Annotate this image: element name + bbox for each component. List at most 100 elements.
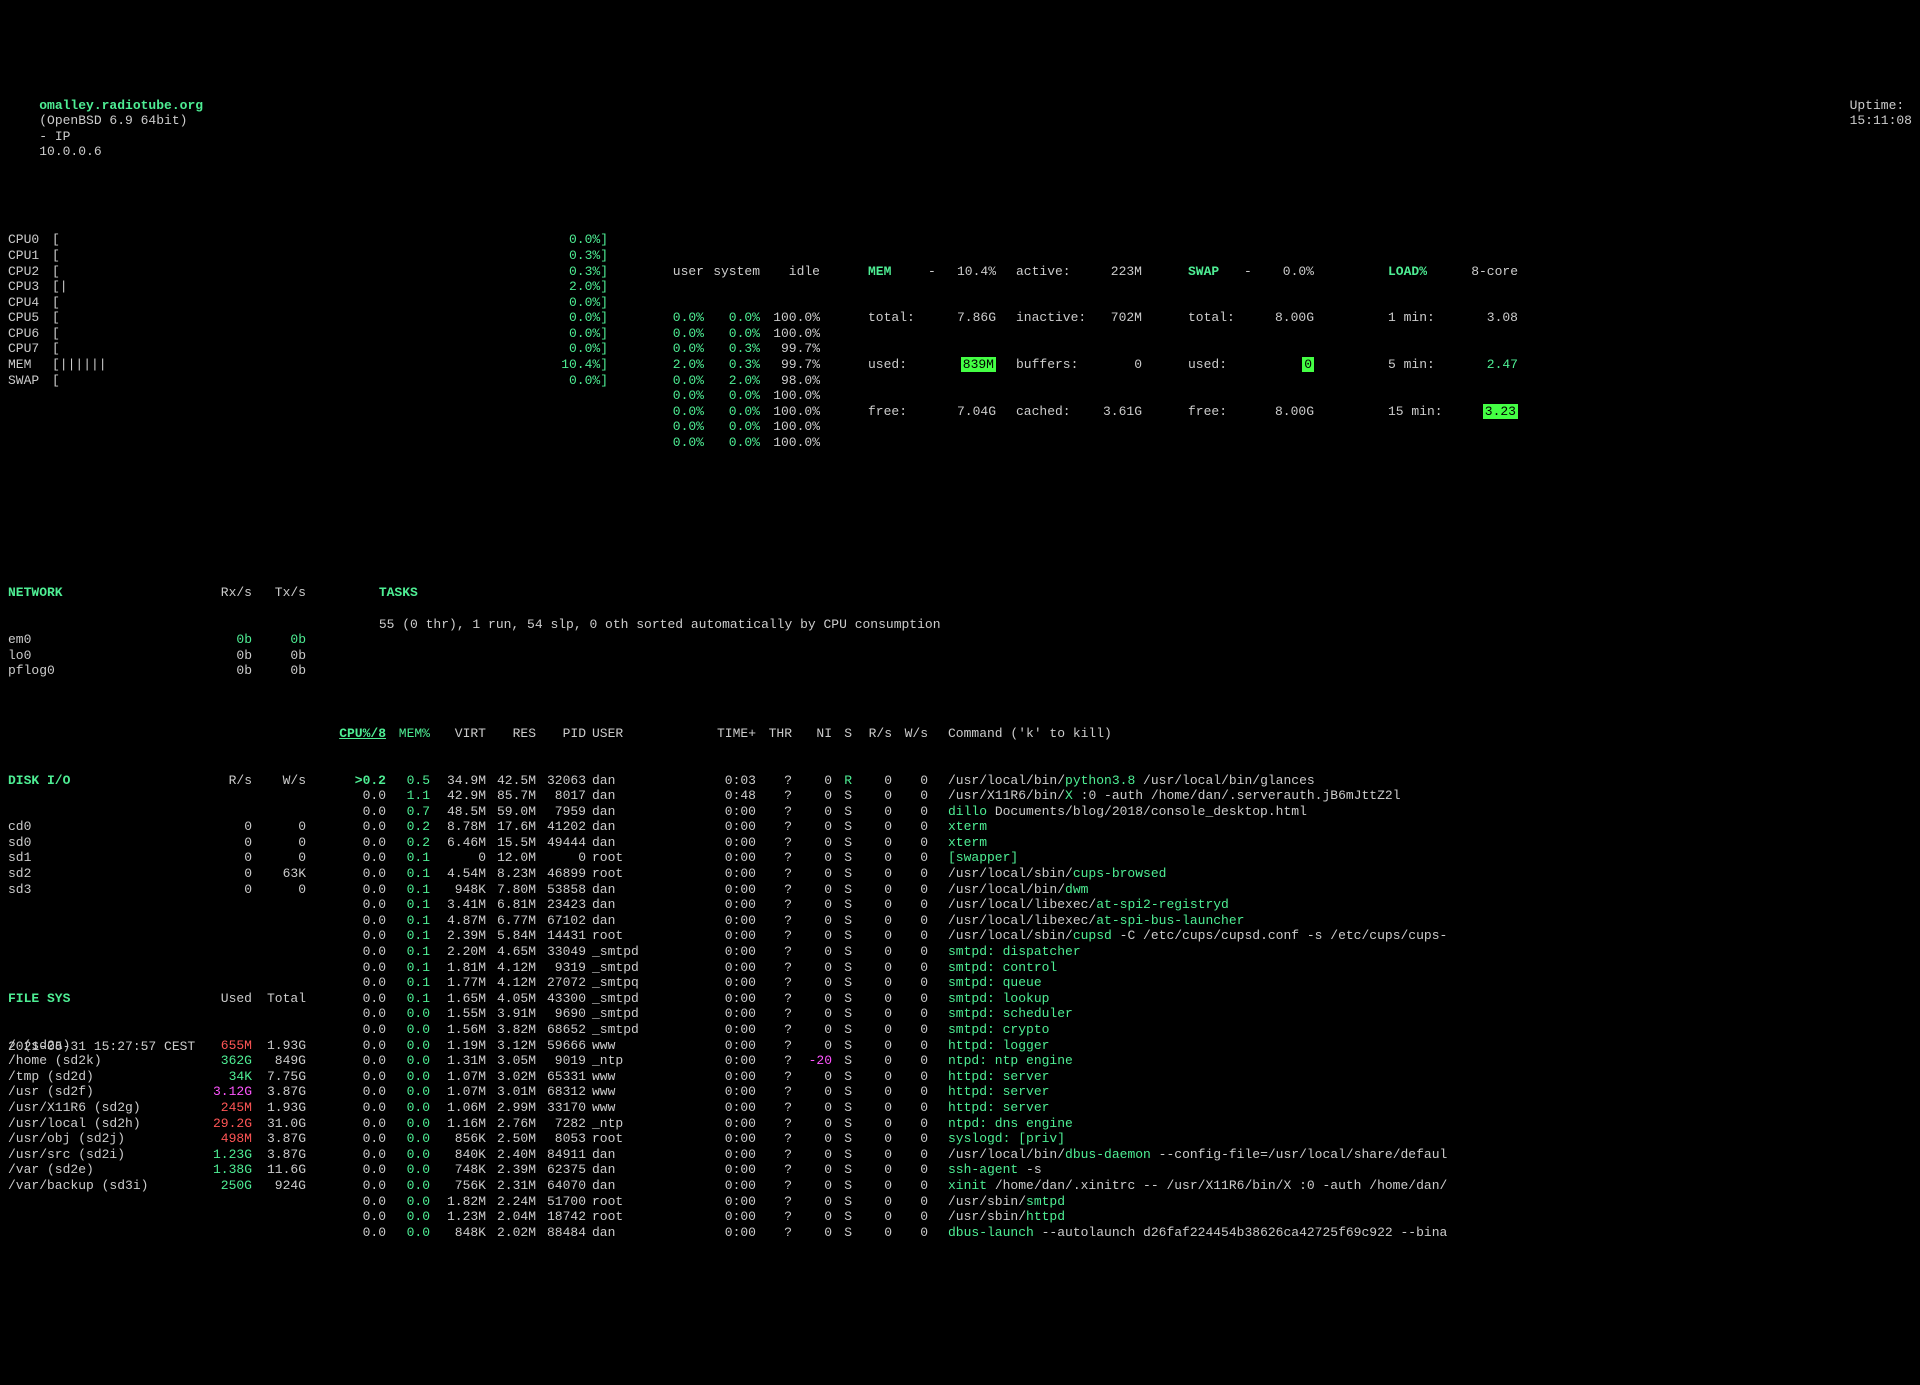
process-row[interactable]: 0.00.01.56M3.82M68652_smtpd0:00?0S00smtp… bbox=[332, 1022, 1912, 1038]
top-stats-grid: CPU0[0.0%]CPU1[0.3%]CPU2[0.3%]CPU3[|2.0%… bbox=[8, 232, 1912, 482]
ip-value: 10.0.0.6 bbox=[39, 144, 101, 159]
process-row[interactable]: 0.00.13.41M6.81M23423dan0:00?0S00/usr/lo… bbox=[332, 897, 1912, 913]
filesys-row: /tmp (sd2d)34K7.75G bbox=[8, 1069, 318, 1085]
process-row[interactable]: 0.00.0840K2.40M84911dan0:00?0S00/usr/loc… bbox=[332, 1147, 1912, 1163]
load-1min-value: 3.08 bbox=[1458, 310, 1518, 326]
process-row[interactable]: 0.00.28.78M17.6M41202dan0:00?0S00xterm bbox=[332, 819, 1912, 835]
proc-time-head[interactable]: TIME+ bbox=[646, 726, 756, 742]
process-row[interactable]: 0.00.1948K7.80M53858dan0:00?0S00/usr/loc… bbox=[332, 882, 1912, 898]
mem-used-value: 839M bbox=[961, 357, 996, 372]
proc-res-head[interactable]: RES bbox=[486, 726, 536, 742]
filesys-row: /usr (sd2f)3.12G3.87G bbox=[8, 1084, 318, 1100]
usi-row: 0.0%0.0%100.0% bbox=[648, 419, 828, 435]
process-row[interactable]: 0.00.01.55M3.91M9690_smtpd0:00?0S00smtpd… bbox=[332, 1006, 1912, 1022]
proc-mem-head[interactable]: MEM% bbox=[386, 726, 430, 742]
process-row[interactable]: 0.00.01.16M2.76M7282_ntp0:00?0S00ntpd: d… bbox=[332, 1116, 1912, 1132]
process-row[interactable]: 0.00.01.19M3.12M59666www0:00?0S00httpd: … bbox=[332, 1038, 1912, 1054]
process-row[interactable]: 0.00.12.20M4.65M33049_smtpd0:00?0S00smtp… bbox=[332, 944, 1912, 960]
process-row[interactable]: 0.00.11.65M4.05M43300_smtpd0:00?0S00smtp… bbox=[332, 991, 1912, 1007]
usi-row: 2.0%0.3%99.7% bbox=[648, 357, 828, 373]
process-row[interactable]: 0.01.142.9M85.7M8017dan0:48?0S00/usr/X11… bbox=[332, 788, 1912, 804]
filesys-row: /usr/X11R6 (sd2g)245M1.93G bbox=[8, 1100, 318, 1116]
process-row[interactable]: 0.00.26.46M15.5M49444dan0:00?0S00xterm bbox=[332, 835, 1912, 851]
cpu-bar-row: CPU5[0.0%] bbox=[8, 310, 608, 326]
process-row[interactable]: 0.00.11.77M4.12M27072_smtpq0:00?0S00smtp… bbox=[332, 975, 1912, 991]
mem-active-value: 223M bbox=[1086, 264, 1142, 280]
diskio-row: sd100 bbox=[8, 850, 318, 866]
diskio-row: sd300 bbox=[8, 882, 318, 898]
diskio-r-head: R/s bbox=[198, 773, 252, 789]
process-row[interactable]: 0.00.14.54M8.23M46899root0:00?0S00/usr/l… bbox=[332, 866, 1912, 882]
mem-pct: 10.4% bbox=[938, 264, 996, 280]
mem-used-label: used: bbox=[868, 357, 928, 373]
proc-thr-head[interactable]: THR bbox=[756, 726, 792, 742]
load-15min-value: 3.23 bbox=[1483, 404, 1518, 419]
process-row[interactable]: 0.00.0748K2.39M62375dan0:00?0S00ssh-agen… bbox=[332, 1162, 1912, 1178]
tasks-text: 55 (0 thr), 1 run, 54 slp, 0 oth sorted … bbox=[379, 617, 941, 632]
filesys-row: /usr/obj (sd2j)498M3.87G bbox=[8, 1131, 318, 1147]
usi-row: 0.0%0.0%100.0% bbox=[648, 326, 828, 342]
proc-ni-head[interactable]: NI bbox=[792, 726, 832, 742]
usi-idle-head: idle bbox=[760, 264, 820, 280]
process-row[interactable]: >0.20.534.9M42.5M32063dan0:03?0R00/usr/l… bbox=[332, 773, 1912, 789]
diskio-title: DISK I/O bbox=[8, 773, 198, 789]
process-row[interactable]: 0.00.01.23M2.04M18742root0:00?0S00/usr/s… bbox=[332, 1209, 1912, 1225]
process-row[interactable]: 0.00.0856K2.50M8053root0:00?0S00syslogd:… bbox=[332, 1131, 1912, 1147]
proc-s-head[interactable]: S bbox=[832, 726, 852, 742]
process-row[interactable]: 0.00.12.39M5.84M14431root0:00?0S00/usr/l… bbox=[332, 928, 1912, 944]
swap-used-value: 0 bbox=[1302, 357, 1314, 372]
network-row: lo00b0b bbox=[8, 648, 318, 664]
process-row[interactable]: 0.00.01.07M3.01M68312www0:00?0S00httpd: … bbox=[332, 1084, 1912, 1100]
cpu-bar-row: CPU3[|2.0%] bbox=[8, 279, 608, 295]
usi-row: 0.0%0.3%99.7% bbox=[648, 341, 828, 357]
filesys-total-head: Total bbox=[252, 991, 306, 1007]
cpu-bar-row: CPU7[0.0%] bbox=[8, 341, 608, 357]
proc-cpu-head[interactable]: CPU%/8 bbox=[332, 726, 386, 742]
swap-total-label: total: bbox=[1188, 310, 1244, 326]
proc-pid-head[interactable]: PID bbox=[536, 726, 586, 742]
process-row[interactable]: 0.00.14.87M6.77M67102dan0:00?0S00/usr/lo… bbox=[332, 913, 1912, 929]
cpu-bars: CPU0[0.0%]CPU1[0.3%]CPU2[0.3%]CPU3[|2.0%… bbox=[8, 232, 608, 482]
mem-total-label: total: bbox=[868, 310, 928, 326]
mem-buffers-label: buffers: bbox=[996, 357, 1086, 373]
process-row[interactable]: 0.00.0756K2.31M64070dan0:00?0S00xinit /h… bbox=[332, 1178, 1912, 1194]
filesys-used-head: Used bbox=[198, 991, 252, 1007]
os-info: (OpenBSD 6.9 64bit) bbox=[39, 113, 187, 128]
swap-used-label: used: bbox=[1188, 357, 1244, 373]
proc-ws-head[interactable]: W/s bbox=[892, 726, 928, 742]
mem-free-label: free: bbox=[868, 404, 928, 420]
swap-column: SWAP-0.0% total:8.00G used:0 free:8.00G bbox=[1188, 232, 1348, 482]
diskio-row: sd2063K bbox=[8, 866, 318, 882]
process-row[interactable]: 0.00.748.5M59.0M7959dan0:00?0S00dillo Do… bbox=[332, 804, 1912, 820]
process-row[interactable]: 0.00.01.07M3.02M65331www0:00?0S00httpd: … bbox=[332, 1069, 1912, 1085]
mem-cached-label: cached: bbox=[996, 404, 1086, 420]
diskio-w-head: W/s bbox=[252, 773, 306, 789]
filesys-row: /usr/src (sd2i)1.23G3.87G bbox=[8, 1147, 318, 1163]
proc-cmd-head[interactable]: Command ('k' to kill) bbox=[928, 726, 1112, 742]
network-row: em00b0b bbox=[8, 632, 318, 648]
load-1min-label: 1 min: bbox=[1388, 310, 1458, 326]
process-row[interactable]: 0.00.01.06M2.99M33170www0:00?0S00httpd: … bbox=[332, 1100, 1912, 1116]
load-column: LOAD%8-core 1 min:3.08 5 min:2.47 15 min… bbox=[1388, 232, 1548, 482]
process-row[interactable]: 0.00.01.82M2.24M51700root0:00?0S00/usr/s… bbox=[332, 1194, 1912, 1210]
load-5min-value: 2.47 bbox=[1458, 357, 1518, 373]
swap-free-value: 8.00G bbox=[1254, 404, 1314, 420]
process-row[interactable]: 0.00.0848K2.02M88484dan0:00?0S00dbus-lau… bbox=[332, 1225, 1912, 1241]
usi-row: 0.0%0.0%100.0% bbox=[648, 404, 828, 420]
usi-user-head: user bbox=[648, 264, 704, 280]
proc-user-head[interactable]: USER bbox=[586, 726, 646, 742]
network-row: pflog00b0b bbox=[8, 663, 318, 679]
filesys-row: /var/backup (sd3i)250G924G bbox=[8, 1178, 318, 1194]
process-row[interactable]: 0.00.1012.0M0root0:00?0S00[swapper] bbox=[332, 850, 1912, 866]
network-title: NETWORK bbox=[8, 585, 198, 601]
proc-rs-head[interactable]: R/s bbox=[852, 726, 892, 742]
usi-row: 0.0%0.0%100.0% bbox=[648, 435, 828, 451]
load-title: LOAD% bbox=[1388, 264, 1458, 280]
swap-free-label: free: bbox=[1188, 404, 1244, 420]
usi-system-head: system bbox=[704, 264, 760, 280]
mem-free-value: 7.04G bbox=[938, 404, 996, 420]
cpu-bar-row: CPU2[0.3%] bbox=[8, 264, 608, 280]
process-row[interactable]: 0.00.11.81M4.12M9319_smtpd0:00?0S00smtpd… bbox=[332, 960, 1912, 976]
process-row[interactable]: 0.00.01.31M3.05M9019_ntp0:00?-20S00ntpd:… bbox=[332, 1053, 1912, 1069]
proc-virt-head[interactable]: VIRT bbox=[430, 726, 486, 742]
